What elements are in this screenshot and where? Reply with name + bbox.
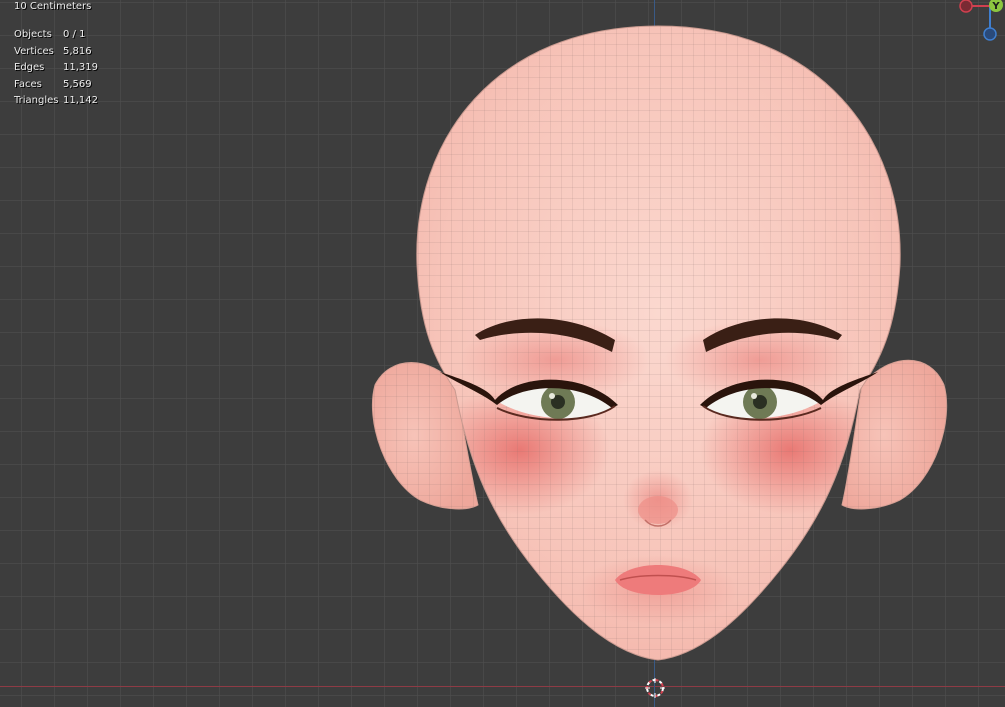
stat-value: 0 / 1 <box>63 29 86 40</box>
stat-value: 11,142 <box>63 95 98 106</box>
head-mesh[interactable] <box>0 0 1005 707</box>
stat-value: 5,569 <box>63 78 92 90</box>
stat-value: 5,816 <box>63 45 92 57</box>
stat-vertices: Vertices 5,816 <box>14 44 98 61</box>
statistics-overlay: Objects 0 / 1 Vertices 5,816 Edges 11,31… <box>14 27 98 110</box>
stat-edges: Edges 11,319 <box>14 60 98 77</box>
3d-viewport[interactable]: 10 Centimeters Objects 0 / 1 Vertices 5,… <box>0 0 1005 707</box>
stat-label: Faces <box>14 78 42 90</box>
stat-triangles: Triangles 11,142 <box>14 93 98 110</box>
stat-label: Objects <box>14 29 52 40</box>
stat-label: Edges <box>14 62 45 73</box>
gizmo-x-axis[interactable] <box>959 0 973 13</box>
stat-label: Triangles <box>14 95 59 106</box>
navigation-gizmo[interactable]: Y <box>945 0 1005 50</box>
3d-cursor-icon[interactable] <box>644 677 666 699</box>
gizmo-y-label: Y <box>991 1 1000 12</box>
stat-label: Vertices <box>14 45 54 57</box>
grid-scale-label: 10 Centimeters <box>14 1 92 12</box>
stat-value: 11,319 <box>63 62 98 73</box>
nose <box>638 496 678 524</box>
stat-faces: Faces 5,569 <box>14 77 98 94</box>
stat-objects: Objects 0 / 1 <box>14 27 98 44</box>
gizmo-z-axis[interactable] <box>983 27 997 41</box>
